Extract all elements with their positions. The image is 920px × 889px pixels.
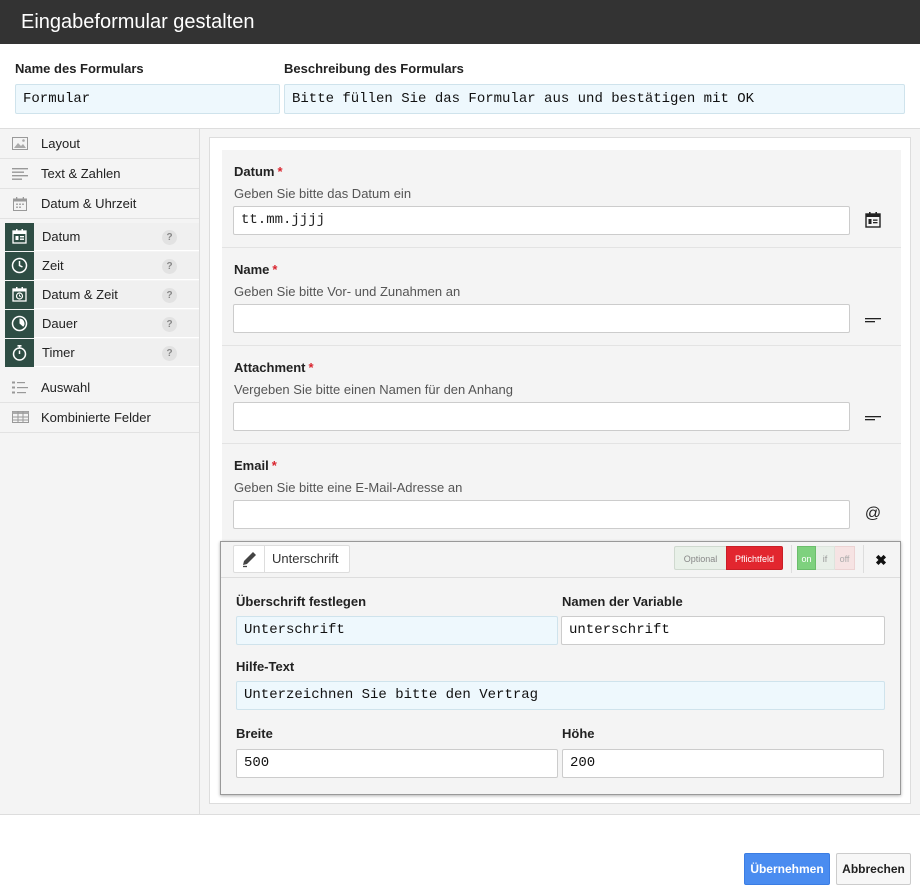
optional-toggle[interactable]: Optional <box>674 546 726 570</box>
field-editor-signature[interactable]: Unterschrift Optional Pflichtfeld on if … <box>220 541 901 795</box>
dialog-footer: Übernehmen Abbrechen <box>0 814 920 889</box>
sidebar: Layout Text & Zahlen Datum & Uhrzeit Dat… <box>0 128 200 814</box>
table-grid-icon <box>12 411 29 423</box>
field-name[interactable]: Name * Geben Sie bitte Vor- und Zunahmen … <box>222 248 901 346</box>
height-input[interactable]: 200 <box>562 749 884 778</box>
form-canvas: Datum * Geben Sie bitte das Datum ein tt.… <box>200 128 920 814</box>
field-title: Attachment * <box>234 360 314 375</box>
apply-button[interactable]: Übernehmen <box>744 853 830 885</box>
field-help-text: Vergeben Sie bitte einen Namen für den A… <box>234 382 513 397</box>
form-description-input[interactable]: Bitte füllen Sie das Formular aus und be… <box>284 84 905 114</box>
field-title: Email * <box>234 458 277 473</box>
height-label: Höhe <box>562 726 595 741</box>
field-datum[interactable]: Datum * Geben Sie bitte das Datum ein tt.… <box>222 150 901 248</box>
condition-on-toggle[interactable]: on <box>797 546 816 570</box>
help-icon[interactable]: ? <box>162 259 177 274</box>
required-marker: * <box>277 164 283 179</box>
field-email[interactable]: Email * Geben Sie bitte eine E-Mail-Adres… <box>222 444 901 542</box>
calendar-icon[interactable] <box>864 210 882 230</box>
stopwatch-icon <box>5 339 34 367</box>
sidebar-item-label: Datum & Uhrzeit <box>41 196 137 211</box>
sidebar-subitem-label: Dauer <box>42 316 78 331</box>
list-select-icon <box>12 381 28 394</box>
sidebar-item-label: Auswahl <box>41 380 91 395</box>
field-help-text: Geben Sie bitte das Datum ein <box>234 186 412 201</box>
sidebar-item-date-time[interactable]: Datum & Uhrzeit <box>0 189 199 219</box>
heading-input[interactable]: Unterschrift <box>236 616 558 645</box>
condition-if-toggle[interactable]: if <box>816 546 835 570</box>
clock-icon <box>5 310 34 338</box>
form-name-input[interactable]: Formular <box>15 84 280 114</box>
sidebar-item-label: Layout <box>41 136 81 151</box>
divider <box>791 545 792 573</box>
field-type-label: Unterschrift <box>272 551 339 566</box>
condition-off-toggle[interactable]: off <box>835 546 855 570</box>
divider <box>863 545 864 573</box>
pen-icon <box>234 546 265 572</box>
sidebar-subitem-timer[interactable]: Timer ? <box>5 339 199 367</box>
text-lines-icon <box>12 168 28 180</box>
sidebar-subitem-label: Datum & Zeit <box>42 287 118 302</box>
sidebar-item-auswahl[interactable]: Auswahl <box>0 373 199 403</box>
dialog-title: Eingabeformular gestalten <box>0 0 920 44</box>
form-description-label: Beschreibung des Formulars <box>284 61 464 76</box>
sidebar-subitem-label: Zeit <box>42 258 64 273</box>
name-input[interactable] <box>233 304 850 333</box>
sidebar-subitem-label: Timer <box>42 345 75 360</box>
variable-label: Namen der Variable <box>562 594 683 609</box>
help-icon[interactable]: ? <box>162 346 177 361</box>
field-help-text: Geben Sie bitte eine E-Mail-Adresse an <box>234 480 463 495</box>
required-marker: * <box>272 262 278 277</box>
heading-label: Überschrift festlegen <box>236 594 367 609</box>
editor-header: Unterschrift Optional Pflichtfeld on if … <box>221 542 900 578</box>
sidebar-item-label: Kombinierte Felder <box>41 410 151 425</box>
calendar-icon <box>13 197 27 211</box>
width-input[interactable]: 500 <box>236 749 558 778</box>
field-title: Datum * <box>234 164 283 179</box>
image-icon <box>12 137 28 150</box>
attachment-input[interactable] <box>233 402 850 431</box>
required-marker: * <box>271 458 277 473</box>
sidebar-item-layout[interactable]: Layout <box>0 129 199 159</box>
calendar-icon <box>5 223 34 251</box>
at-sign-icon: @ <box>864 505 882 522</box>
field-type-chip[interactable]: Unterschrift <box>233 545 350 573</box>
field-attachment[interactable]: Attachment * Vergeben Sie bitte einen Nam… <box>222 346 901 444</box>
form-name-label: Name des Formulars <box>15 61 144 76</box>
date-input[interactable]: tt.mm.jjjj <box>233 206 850 235</box>
required-toggle[interactable]: Pflichtfeld <box>726 546 783 570</box>
field-title: Name * <box>234 262 278 277</box>
sidebar-item-label: Text & Zahlen <box>41 166 121 181</box>
sidebar-item-text-numbers[interactable]: Text & Zahlen <box>0 159 199 189</box>
sidebar-subitem-zeit[interactable]: Zeit ? <box>5 252 199 280</box>
sidebar-subitem-dauer[interactable]: Dauer ? <box>5 310 199 338</box>
help-icon[interactable]: ? <box>162 288 177 303</box>
sidebar-subitem-datum-zeit[interactable]: Datum & Zeit ? <box>5 281 199 309</box>
text-line-icon <box>865 318 881 323</box>
clock-icon <box>5 252 34 280</box>
help-icon[interactable]: ? <box>162 230 177 245</box>
email-input[interactable] <box>233 500 850 529</box>
sidebar-subitem-label: Datum <box>42 229 81 244</box>
sidebar-subitem-datum[interactable]: Datum ? <box>5 223 199 251</box>
close-icon[interactable]: ✖ <box>874 553 888 567</box>
text-line-icon <box>865 416 881 421</box>
width-label: Breite <box>236 726 273 741</box>
help-text-input[interactable]: Unterzeichnen Sie bitte den Vertrag <box>236 681 885 710</box>
cancel-button[interactable]: Abbrechen <box>836 853 911 885</box>
help-text-label: Hilfe-Text <box>236 659 295 674</box>
variable-input[interactable]: unterschrift <box>561 616 885 645</box>
calendar-clock-icon <box>5 281 34 309</box>
required-marker: * <box>308 360 314 375</box>
field-help-text: Geben Sie bitte Vor- und Zunahmen an <box>234 284 461 299</box>
sidebar-item-combined-fields[interactable]: Kombinierte Felder <box>0 403 199 433</box>
help-icon[interactable]: ? <box>162 317 177 332</box>
